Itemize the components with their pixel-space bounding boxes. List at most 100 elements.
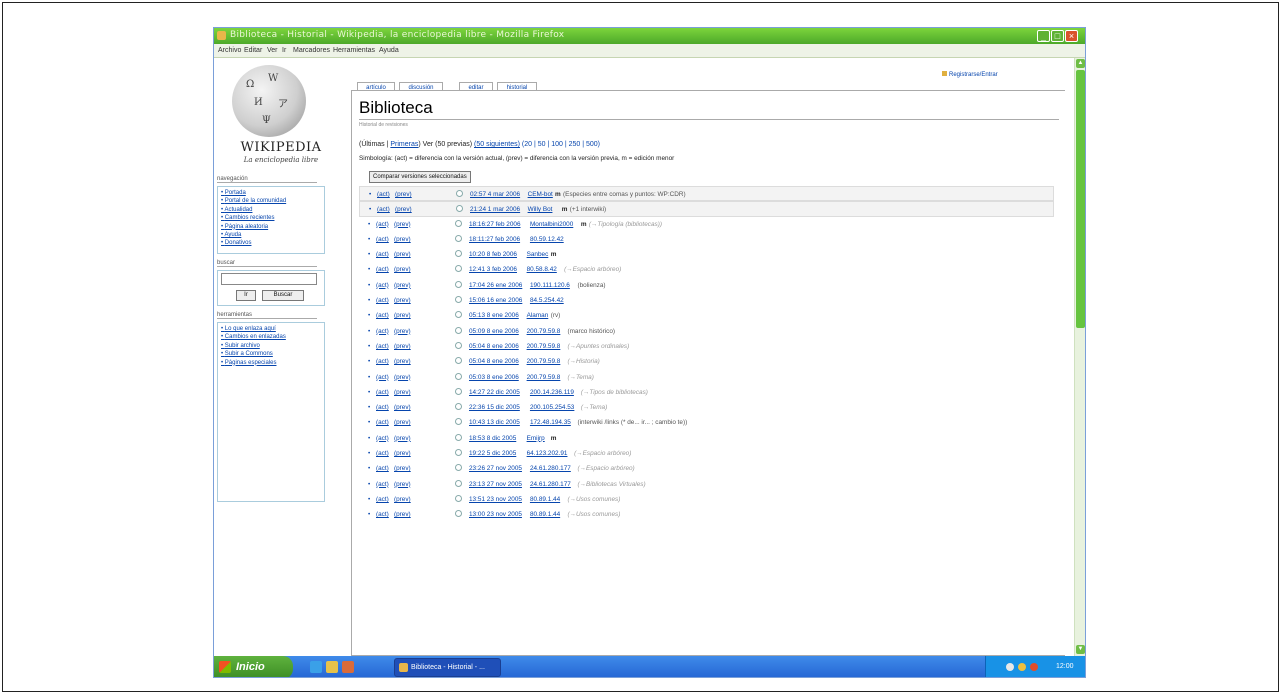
revision-user-link[interactable]: 200.79.59.8 (527, 374, 561, 381)
scroll-down-arrow[interactable]: ▼ (1076, 645, 1085, 654)
menu-marcadores[interactable]: Marcadores (293, 47, 330, 54)
revision-radio[interactable] (455, 280, 462, 288)
ie-quicklaunch-icon[interactable] (310, 661, 322, 673)
revision-date-link[interactable]: 22:36 15 dic 2005 (469, 404, 520, 411)
diff-previous-link[interactable]: (prev) (394, 312, 411, 319)
diff-previous-link[interactable]: (prev) (394, 266, 411, 273)
diff-previous-link[interactable]: (prev) (394, 358, 411, 365)
menu-archivo[interactable]: Archivo (218, 47, 241, 54)
revision-radio[interactable] (455, 387, 462, 395)
revision-radio[interactable] (455, 494, 462, 502)
diff-current-link[interactable]: (act) (376, 511, 389, 518)
revision-date-link[interactable]: 14:27 22 dic 2005 (469, 389, 520, 396)
revision-user-link[interactable]: 200.79.59.8 (527, 358, 561, 365)
revision-date-link[interactable]: 05:09 8 ene 2006 (469, 328, 519, 335)
diff-current-link[interactable]: (act) (376, 389, 389, 396)
revision-date-link[interactable]: 18:16:27 feb 2006 (469, 221, 521, 228)
diff-current-link[interactable]: (act) (376, 236, 389, 243)
search-input[interactable] (221, 273, 317, 285)
revision-radio[interactable] (455, 357, 462, 365)
revision-date-link[interactable]: 15:06 16 ene 2006 (469, 297, 522, 304)
revision-radio[interactable] (456, 190, 463, 197)
search-go-button[interactable]: Ir (236, 290, 256, 301)
nav-item-actualidad[interactable]: Actualidad (221, 206, 321, 214)
revision-radio[interactable] (455, 234, 462, 242)
diff-previous-link[interactable]: (prev) (394, 251, 411, 258)
revision-user-link[interactable]: 200.79.59.8 (527, 343, 561, 350)
revision-radio[interactable] (455, 510, 462, 518)
revision-user-link[interactable]: 24.61.280.177 (530, 465, 571, 472)
diff-current-link[interactable]: (act) (376, 328, 389, 335)
start-button[interactable]: Inicio (214, 656, 293, 677)
revision-user-link[interactable]: 172.48.194.35 (530, 419, 571, 426)
pager-sizes[interactable]: (20 | 50 | 100 | 250 | 500) (520, 141, 600, 148)
revision-user-link[interactable]: Emijrp (527, 435, 545, 442)
revision-radio[interactable] (455, 449, 462, 457)
nav-item-ayuda[interactable]: Ayuda (221, 231, 321, 239)
diff-previous-link[interactable]: (prev) (394, 511, 411, 518)
diff-previous-link[interactable]: (prev) (394, 481, 411, 488)
pager-first-link[interactable]: Primeras (390, 141, 418, 148)
diff-current-link[interactable]: (act) (376, 251, 389, 258)
menu-ayuda[interactable]: Ayuda (379, 47, 399, 54)
revision-radio[interactable] (455, 433, 462, 441)
revision-user-link[interactable]: Montalbini2000 (530, 221, 573, 228)
diff-current-link[interactable]: (act) (377, 191, 390, 198)
diff-current-link[interactable]: (act) (376, 465, 389, 472)
diff-previous-link[interactable]: (prev) (395, 206, 412, 213)
revision-radio[interactable] (455, 326, 462, 334)
revision-user-link[interactable]: 200.79.59.8 (527, 328, 561, 335)
diff-current-link[interactable]: (act) (376, 312, 389, 319)
revision-user-link[interactable]: 64.123.202.91 (527, 450, 568, 457)
revision-user-link[interactable]: 24.61.280.177 (530, 481, 571, 488)
diff-previous-link[interactable]: (prev) (394, 465, 411, 472)
revision-user-link[interactable]: 200.14.236.119 (530, 389, 574, 396)
revision-user-link[interactable]: 80.58.8.42 (527, 266, 557, 273)
diff-previous-link[interactable]: (prev) (394, 404, 411, 411)
wikipedia-logo[interactable]: Ω W И ア Ψ WIKIPEDIA La enciclopedia libr… (214, 63, 349, 185)
menu-ver[interactable]: Ver (267, 47, 278, 54)
network-icon[interactable] (1006, 663, 1014, 671)
compare-versions-button[interactable]: Comparar versiones seleccionadas (369, 171, 471, 183)
revision-user-link[interactable]: 190.111.120.6 (530, 282, 570, 289)
folder-quicklaunch-icon[interactable] (326, 661, 338, 673)
revision-radio[interactable] (455, 464, 462, 472)
revision-radio[interactable] (455, 265, 462, 273)
revision-date-link[interactable]: 05:03 8 ene 2006 (469, 374, 519, 381)
nav-item-portal[interactable]: Portal de la comunidad (221, 197, 321, 205)
revision-user-link[interactable]: CEM-bot (528, 191, 553, 198)
diff-current-link[interactable]: (act) (376, 297, 389, 304)
revision-date-link[interactable]: 13:00 23 nov 2005 (469, 511, 522, 518)
diff-current-link[interactable]: (act) (376, 343, 389, 350)
volume-icon[interactable] (1018, 663, 1026, 671)
revision-date-link[interactable]: 10:43 13 dic 2005 (469, 419, 520, 426)
diff-current-link[interactable]: (act) (376, 496, 389, 503)
revision-radio[interactable] (455, 479, 462, 487)
revision-date-link[interactable]: 05:04 8 ene 2006 (469, 358, 519, 365)
revision-date-link[interactable]: 05:04 8 ene 2006 (469, 343, 519, 350)
tools-item-enlaza[interactable]: Lo que enlaza aquí (221, 325, 321, 333)
login-link[interactable]: Registrarse/Entrar (942, 71, 998, 78)
diff-current-link[interactable]: (act) (376, 221, 389, 228)
revision-user-link[interactable]: 200.105.254.53 (530, 404, 574, 411)
diff-current-link[interactable]: (act) (376, 358, 389, 365)
tools-item-commons[interactable]: Subir a Commons (221, 350, 321, 358)
taskbar-item-firefox[interactable]: Biblioteca - Historial - ... (394, 658, 501, 677)
revision-date-link[interactable]: 02:57 4 mar 2006 (470, 191, 520, 198)
revision-radio[interactable] (455, 296, 462, 304)
tools-item-subir[interactable]: Subir archivo (221, 342, 321, 350)
revision-user-link[interactable]: 80.59.12.42 (530, 236, 564, 243)
revision-date-link[interactable]: 13:51 23 nov 2005 (469, 496, 522, 503)
diff-previous-link[interactable]: (prev) (394, 297, 411, 304)
diff-current-link[interactable]: (act) (376, 374, 389, 381)
nav-item-donativos[interactable]: Donativos (221, 239, 321, 247)
menu-editar[interactable]: Editar (244, 47, 262, 54)
revision-date-link[interactable]: 17:04 26 ene 2006 (469, 282, 522, 289)
diff-previous-link[interactable]: (prev) (394, 496, 411, 503)
revision-user-link[interactable]: Sanbec (527, 251, 549, 258)
revision-radio[interactable] (455, 418, 462, 426)
menu-herramientas[interactable]: Herramientas (333, 47, 375, 54)
diff-previous-link[interactable]: (prev) (394, 282, 411, 289)
revision-date-link[interactable]: 18:53 8 dic 2005 (469, 435, 516, 442)
diff-previous-link[interactable]: (prev) (394, 389, 411, 396)
